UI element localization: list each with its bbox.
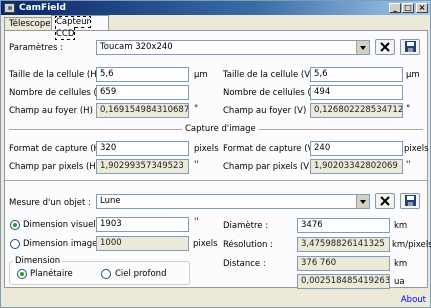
capture-format-h-input[interactable]: 320	[96, 141, 189, 156]
delete-icon	[380, 196, 390, 206]
object-label: Mesure d'un objet :	[9, 198, 91, 208]
delete-icon	[380, 42, 390, 52]
save-params-button[interactable]	[400, 39, 420, 55]
cell-size-v-unit: µm	[406, 70, 420, 80]
app-icon	[4, 3, 15, 13]
diameter-unit: km	[394, 221, 408, 231]
cell-size-h-label: Taille de la cellule (H) :	[9, 70, 106, 80]
tab-telescope[interactable]: Télescope	[4, 17, 52, 30]
distance-ua-value: 0,00251848541926332	[297, 274, 390, 289]
tab-ccd-sensor[interactable]: Capteur CCD	[51, 15, 109, 40]
image-dim-input[interactable]: 1000	[96, 236, 189, 251]
focus-field-h-label: Champ au foyer (H) :	[9, 106, 99, 116]
image-dim-radio[interactable]	[10, 239, 20, 249]
resolution-label: Résolution :	[223, 240, 273, 250]
about-link[interactable]: About	[401, 295, 426, 305]
capture-format-v-label: Format de capture (V) :	[223, 144, 323, 154]
focus-field-v-unit: °	[406, 104, 411, 114]
params-select[interactable]: Toucam 320x240	[96, 40, 370, 55]
title-bar: CamField _ □ ×	[1, 1, 430, 15]
capture-format-v-input[interactable]: 240	[310, 141, 403, 156]
distance-unit: km	[394, 259, 408, 269]
minimize-button[interactable]: _	[389, 3, 401, 13]
cell-size-h-input[interactable]: 5,6	[96, 67, 189, 82]
capture-format-h-label: Format de capture (H) :	[9, 144, 109, 154]
cell-size-v-label: Taille de la cellule (V) :	[223, 70, 319, 80]
visual-dim-input[interactable]: 1903	[96, 217, 189, 232]
visual-dim-unit: ''	[194, 217, 199, 227]
pixel-field-v-unit: ''	[406, 160, 411, 170]
pixel-field-h-unit: ''	[194, 160, 199, 170]
window-title: CamField	[19, 3, 66, 13]
object-select[interactable]: Lune	[96, 194, 370, 209]
save-icon	[405, 195, 416, 206]
planetary-radio[interactable]	[17, 269, 27, 279]
focus-field-h-value: 0,169154984310687	[96, 103, 189, 118]
maximize-button[interactable]: □	[402, 3, 414, 13]
dimension-group-title: Dimension	[13, 256, 63, 266]
delete-params-button[interactable]	[375, 39, 395, 55]
pixel-field-v-value: 1,90203342802069	[310, 159, 403, 174]
focus-field-v-value: 0,126802228534712	[310, 103, 403, 118]
resolution-value: 3,47598826141325	[297, 237, 390, 252]
delete-object-button[interactable]	[375, 193, 395, 209]
pixel-field-v-label: Champ par pixels (V) :	[223, 162, 318, 172]
chevron-down-icon[interactable]	[356, 195, 369, 208]
diameter-label: Diamètre :	[223, 221, 269, 231]
deep-sky-radio[interactable]	[101, 269, 111, 279]
image-dim-unit: pixels	[193, 239, 218, 249]
resolution-unit: km/pixels	[392, 240, 431, 250]
cell-size-v-input[interactable]: 5,6	[310, 67, 403, 82]
visual-dim-radio[interactable]	[10, 220, 20, 230]
image-dim-label: Dimension image :	[23, 239, 103, 249]
pixel-field-h-value: 1,90299357349523	[96, 159, 189, 174]
cell-size-h-unit: µm	[194, 70, 208, 80]
cell-count-h-input[interactable]: 659	[96, 85, 189, 100]
distance-ua-unit: ua	[394, 277, 405, 287]
distance-value: 376 760	[297, 256, 390, 271]
capture-format-v-unit: pixels	[404, 144, 429, 154]
diameter-input[interactable]: 3476	[297, 218, 390, 233]
pixel-field-h-label: Champ par pixels (H) :	[9, 162, 105, 172]
capture-title: Capture d'image	[182, 124, 259, 134]
focus-field-h-unit: °	[194, 104, 199, 114]
params-label: Paramètres :	[9, 43, 64, 53]
capture-format-h-unit: pixels	[194, 144, 219, 154]
cell-count-v-input[interactable]: 494	[310, 85, 403, 100]
close-window-button[interactable]: ×	[416, 3, 428, 13]
chevron-down-icon[interactable]	[356, 41, 369, 54]
deep-sky-label: Ciel profond	[115, 269, 167, 279]
object-separator	[5, 180, 427, 182]
focus-field-v-label: Champ au foyer (V) :	[223, 106, 312, 116]
planetary-label: Planétaire	[30, 269, 73, 279]
save-object-button[interactable]	[400, 193, 420, 209]
distance-label: Distance :	[223, 259, 266, 269]
camfield-window: CamField _ □ × Télescope Capteur CCD Par…	[0, 0, 431, 308]
ccd-panel: Paramètres : Toucam 320x240 Taille de la…	[4, 30, 431, 289]
save-icon	[405, 41, 416, 52]
